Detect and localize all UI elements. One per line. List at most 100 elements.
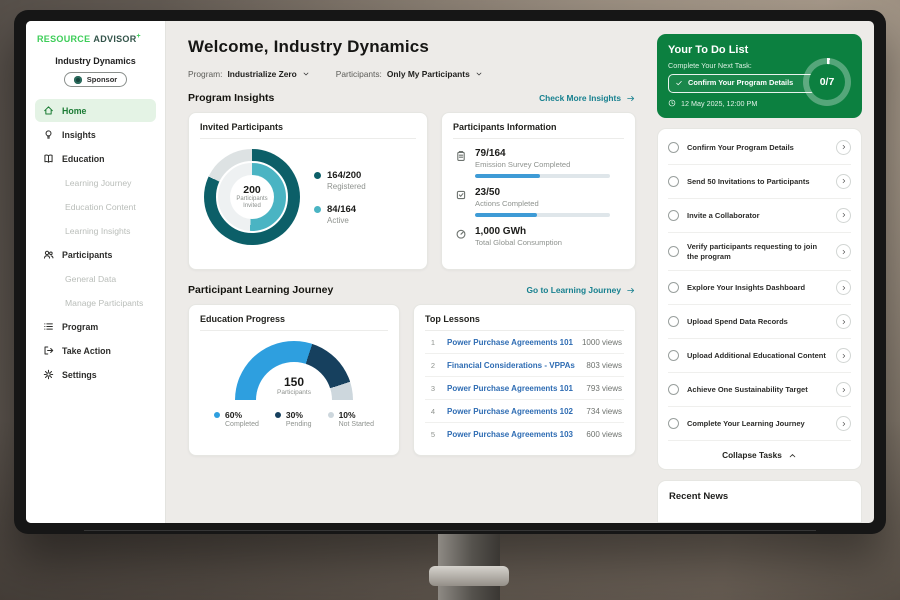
task-checkbox[interactable] [668,142,679,153]
legend-dot [275,412,281,418]
task-checkbox[interactable] [668,418,679,429]
sidebar-item-settings[interactable]: Settings [35,363,156,386]
sidebar-item-participants[interactable]: Participants [35,243,156,266]
task-open-button[interactable] [836,140,851,155]
consumption-icon [455,228,467,240]
sidebar-item-home[interactable]: Home [35,99,156,122]
task-row[interactable]: Upload Additional Educational Content [668,339,851,373]
gauge-legend: 60% Completed 30% Pending [214,410,374,428]
sidebar-item-education-content[interactable]: Education Content [35,195,156,218]
chevron-right-icon [841,421,847,427]
take-action-icon [43,345,54,356]
logo-advisor: ADVISOR [93,34,136,44]
sidebar-item-label: Participants [62,250,112,260]
lesson-link[interactable]: Financial Considerations - VPPAs [447,361,578,370]
task-row[interactable]: Upload Spend Data Records [668,305,851,339]
task-open-button[interactable] [836,348,851,363]
progress-bar [475,213,610,217]
program-insights-cards: Invited Participants 200 Participants In… [188,112,636,270]
sidebar-item-program[interactable]: Program [35,315,156,338]
task-open-button[interactable] [836,244,851,259]
legend-item-active: 84/164 Active [314,204,366,225]
task-label: Confirm Your Program Details [687,143,828,153]
task-open-button[interactable] [836,382,851,397]
task-label: Send 50 Invitations to Participants [687,177,828,187]
lesson-row: 1 Power Purchase Agreements 101 1000 vie… [425,331,624,354]
learning-journey-header: Participant Learning Journey Go to Learn… [188,284,636,296]
lesson-link[interactable]: Power Purchase Agreements 103 [447,430,578,439]
legend-dot [214,412,220,418]
task-checkbox[interactable] [668,246,679,257]
sidebar-item-insights[interactable]: Insights [35,123,156,146]
task-open-button[interactable] [836,280,851,295]
task-checkbox[interactable] [668,210,679,221]
settings-icon [43,369,54,380]
chevron-right-icon [841,144,847,150]
sidebar-item-label: Insights [62,130,96,140]
lesson-link[interactable]: Power Purchase Agreements 101 [447,338,574,347]
task-checkbox[interactable] [668,282,679,293]
sidebar-item-label: Learning Insights [65,226,130,236]
task-row[interactable]: Achieve One Sustainability Target [668,373,851,407]
sidebar-item-label: Take Action [62,346,111,356]
task-checkbox[interactable] [668,384,679,395]
sidebar-item-take-action[interactable]: Take Action [35,339,156,362]
legend-dot [328,412,334,418]
lesson-views: 803 views [586,361,622,370]
gauge-center-label: Participants [277,389,311,396]
collapse-tasks-button[interactable]: Collapse Tasks [668,441,851,469]
task-open-button[interactable] [836,208,851,223]
program-insights-header: Program Insights Check More Insights [188,92,636,104]
program-filter[interactable]: Program: Industrialize Zero [188,69,310,79]
legend-value: 60% [225,410,259,420]
sidebar-item-label: Education [62,154,105,164]
stat-label: Actions Completed [475,199,622,208]
next-task-chip[interactable]: Confirm Your Program Details [668,74,816,93]
task-row[interactable]: Complete Your Learning Journey [668,407,851,441]
legend-value: 164/200 [327,170,366,181]
task-open-button[interactable] [836,174,851,189]
lesson-row: 3 Power Purchase Agreements 101 793 view… [425,377,624,400]
sidebar-item-learning-journey[interactable]: Learning Journey [35,171,156,194]
task-checkbox[interactable] [668,350,679,361]
task-open-button[interactable] [836,416,851,431]
todo-progress-ring: 0/7 [803,58,851,106]
sidebar-item-general-data[interactable]: General Data [35,267,156,290]
chevron-right-icon [841,178,847,184]
progress-bar-fill [475,174,540,178]
participants-filter[interactable]: Participants: Only My Participants [336,69,483,79]
sidebar-item-education[interactable]: Education [35,147,156,170]
sponsor-badge[interactable]: Sponsor [64,72,127,87]
check-more-insights-link[interactable]: Check More Insights [539,93,636,103]
todo-summary-card: Your To Do List 0/7 Complete Your Next T… [657,34,862,118]
task-row[interactable]: Invite a Collaborator [668,199,851,233]
card-title: Invited Participants [200,122,416,139]
sidebar-item-label: Education Content [65,202,136,212]
program-filter-label: Program: [188,69,222,79]
task-label: Upload Spend Data Records [687,317,828,327]
task-checkbox[interactable] [668,176,679,187]
task-row[interactable]: Send 50 Invitations to Participants [668,165,851,199]
legend-item-completed: 60% Completed [214,410,259,428]
program-icon [43,321,54,332]
task-open-button[interactable] [836,314,851,329]
chevron-right-icon [841,387,847,393]
participants-information-card: Participants Information 79/164 Emission… [441,112,636,270]
go-to-learning-journey-link[interactable]: Go to Learning Journey [527,285,636,295]
legend-dot [314,172,321,179]
sidebar-item-label: Program [62,322,98,332]
stat-value: 1,000 GWh [475,226,622,237]
task-row[interactable]: Explore Your Insights Dashboard [668,271,851,305]
task-row[interactable]: Verify participants requesting to join t… [668,233,851,272]
lesson-link[interactable]: Power Purchase Agreements 101 [447,384,578,393]
education-progress-card: Education Progress 150 Participants [188,304,400,456]
sidebar-item-learning-insights[interactable]: Learning Insights [35,219,156,242]
task-row[interactable]: Confirm Your Program Details [668,131,851,165]
chevron-right-icon [841,212,847,218]
task-checkbox[interactable] [668,316,679,327]
sidebar-item-manage-participants[interactable]: Manage Participants [35,291,156,314]
task-label: Upload Additional Educational Content [687,351,828,361]
sidebar-item-label: Learning Journey [65,178,131,188]
todo-title: Your To Do List [668,44,851,56]
lesson-link[interactable]: Power Purchase Agreements 102 [447,407,578,416]
